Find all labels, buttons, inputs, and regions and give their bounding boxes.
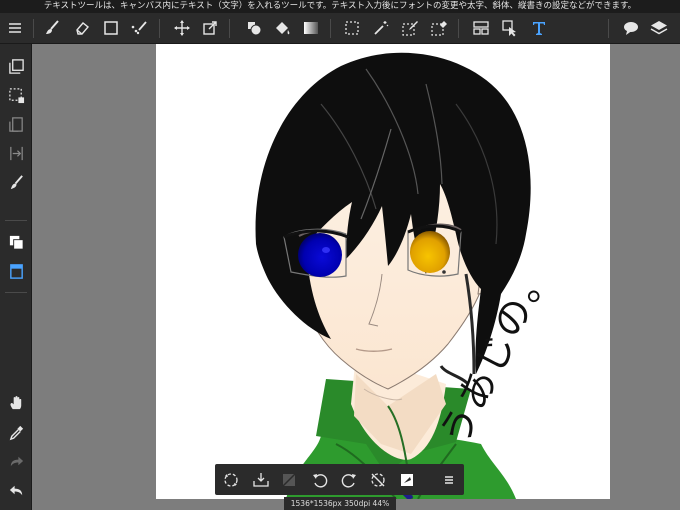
select-rect-icon[interactable] [341,17,363,39]
gradient-icon[interactable] [300,17,322,39]
speech-bubble-icon[interactable] [620,17,642,39]
toolbar-divider [33,19,34,38]
select-eraser-icon[interactable] [428,17,450,39]
frame-icon[interactable] [470,17,492,39]
sidebar-divider [5,220,27,221]
main-toolbar [0,13,680,44]
deselect-icon[interactable] [4,83,28,107]
operation-icon[interactable] [499,17,521,39]
clear-icon[interactable] [277,468,301,492]
fill-shape-icon[interactable] [243,17,265,39]
snap-download-icon[interactable] [249,468,273,492]
left-sidebar [0,44,32,510]
tool-hint-bar: テキストツールは、キャンバス内にテキスト（文字）を入れるツールです。テキスト入力… [0,0,680,13]
brush-icon[interactable] [41,17,63,39]
move-icon[interactable] [171,17,193,39]
toolbar-divider [458,19,459,38]
copy-icon[interactable] [4,54,28,78]
layer-panel-icon[interactable] [4,259,28,283]
select-pen-icon[interactable] [399,17,421,39]
layers-icon[interactable] [648,17,670,39]
no-transform-icon[interactable] [366,468,390,492]
square-icon[interactable] [100,17,122,39]
magic-wand-icon[interactable] [370,17,392,39]
rotate-canvas-icon[interactable] [219,468,243,492]
canvas-status-label: 1536*1536px 350dpi 44% [284,497,396,510]
fill-icon[interactable] [395,468,419,492]
eyedropper-icon[interactable] [4,420,28,444]
toolbar-divider [330,19,331,38]
bottom-quick-toolbar [215,464,464,495]
bucket-icon[interactable] [271,17,293,39]
redo-icon[interactable] [4,449,28,473]
color-swatch-icon[interactable] [4,230,28,254]
menu-icon[interactable] [437,468,461,492]
toolbar-divider [229,19,230,38]
brush-small-icon[interactable] [4,170,28,194]
magic-brush-icon[interactable] [128,17,150,39]
sidebar-divider [5,292,27,293]
text-icon[interactable] [528,17,550,39]
hand-icon[interactable] [4,390,28,414]
redo-icon[interactable] [337,468,361,492]
drawing-canvas[interactable]: うあじの。 [156,44,610,499]
toolbar-divider [159,19,160,38]
undo-icon[interactable] [4,478,28,502]
app-window: テキストツールは、キャンバス内にテキスト（文字）を入れるツールです。テキスト入力… [0,0,680,510]
eraser-icon[interactable] [71,17,93,39]
snap-icon[interactable] [4,112,28,136]
ruler-icon[interactable] [4,141,28,165]
undo-icon[interactable] [308,468,332,492]
transform-icon[interactable] [199,17,221,39]
toolbar-divider [608,19,609,38]
menu-icon[interactable] [4,17,26,39]
